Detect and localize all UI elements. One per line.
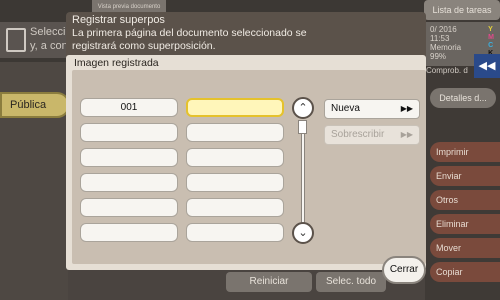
scroll-down-icon[interactable]: ⌄ xyxy=(292,222,314,244)
scrollbar-track[interactable] xyxy=(301,120,305,224)
document-icon xyxy=(6,28,26,52)
new-button-label: Nueva xyxy=(331,103,360,114)
dialog-description: La primera página del documento seleccio… xyxy=(72,27,422,55)
move-button[interactable]: Mover xyxy=(430,238,500,258)
select-all-button[interactable]: Selec. todo xyxy=(316,272,386,292)
overwrite-button-label: Sobrescribir xyxy=(331,129,385,140)
slot-left-6[interactable] xyxy=(80,223,178,242)
close-button[interactable]: Cerrar xyxy=(382,256,426,284)
overwrite-button[interactable]: Sobrescribir ▶▶ xyxy=(324,125,420,145)
send-button[interactable]: Enviar xyxy=(430,166,500,186)
reset-button[interactable]: Reiniciar xyxy=(226,272,312,292)
slot-left-2[interactable] xyxy=(80,123,178,142)
dialog-title: Registrar superpos xyxy=(72,14,165,26)
slot-right-3[interactable] xyxy=(186,148,284,167)
forward-arrow-icon: ▶▶ xyxy=(400,104,413,113)
new-button[interactable]: Nueva ▶▶ xyxy=(324,99,420,119)
registered-image-label: Imagen registrada xyxy=(74,57,159,69)
select-text-line2: y, a con xyxy=(30,40,68,52)
scroll-up-icon[interactable]: ⌃ xyxy=(292,97,314,119)
check-label: Comprob. d xyxy=(426,66,468,75)
slot-right-6[interactable] xyxy=(186,223,284,242)
collapse-panel-icon[interactable]: ◀◀ xyxy=(474,54,500,78)
print-button[interactable]: Imprimir xyxy=(430,142,500,162)
forward-arrow-icon: ▶▶ xyxy=(400,130,413,139)
tab-public[interactable]: Pública xyxy=(0,92,70,118)
description-line2: registrará como superposición. xyxy=(72,40,216,52)
document-select-info: Selecció y, a con xyxy=(0,22,70,58)
task-list-button[interactable]: Lista de tareas xyxy=(424,0,500,20)
delete-button[interactable]: Eliminar xyxy=(430,214,500,234)
slot-right-1-selected[interactable] xyxy=(186,98,284,117)
slot-right-5[interactable] xyxy=(186,198,284,217)
description-line1: La primera página del documento seleccio… xyxy=(72,27,307,39)
other-button[interactable]: Otros xyxy=(430,190,500,210)
slot-left-5[interactable] xyxy=(80,198,178,217)
slot-left-1[interactable]: 001 xyxy=(80,98,178,117)
slot-right-2[interactable] xyxy=(186,123,284,142)
scrollbar-thumb[interactable] xyxy=(298,120,307,134)
slot-left-3[interactable] xyxy=(80,148,178,167)
details-button[interactable]: Detalles d... xyxy=(430,88,496,108)
copy-button[interactable]: Copiar xyxy=(430,262,500,282)
slot-right-4[interactable] xyxy=(186,173,284,192)
select-text-line1: Selecció xyxy=(30,26,70,38)
slot-left-4[interactable] xyxy=(80,173,178,192)
